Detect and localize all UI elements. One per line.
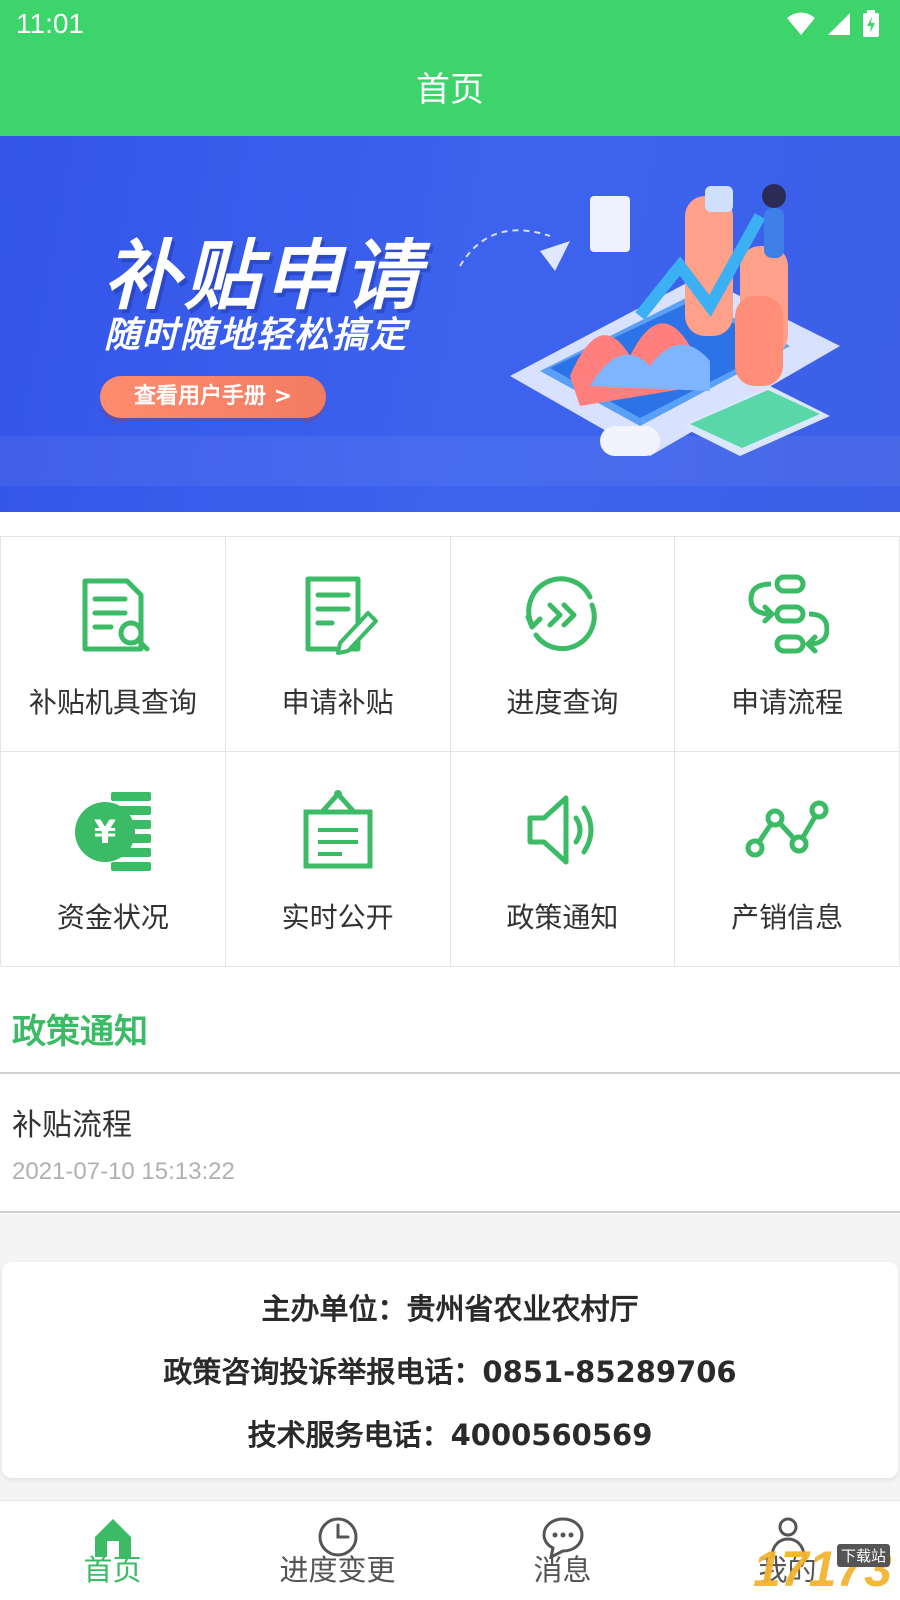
grid-item-realtime-public[interactable]: 实时公开 bbox=[225, 752, 451, 967]
grid-item-label: 进度查询 bbox=[506, 686, 619, 719]
progress-arrows-icon bbox=[525, 576, 597, 652]
document-search-icon bbox=[82, 578, 150, 652]
tab-label: 进度变更 bbox=[279, 1553, 396, 1587]
tab-label: 首页 bbox=[83, 1553, 142, 1587]
notice-board-icon bbox=[303, 790, 373, 869]
user-manual-button[interactable]: 查看用户手册 > bbox=[100, 376, 326, 418]
tech-phone-text: 技术服务电话：4000560569 bbox=[247, 1418, 653, 1452]
tab-home[interactable]: 首页 bbox=[0, 1501, 225, 1600]
banner[interactable]: 补贴申请 随时随地轻松搞定 查看用户手册 > bbox=[0, 136, 900, 512]
page-title: 首页 bbox=[416, 70, 484, 110]
wifi-icon bbox=[787, 12, 815, 35]
grid-item-sales-info[interactable]: 产销信息 bbox=[675, 752, 900, 967]
policy-item-time: 2021-07-10 15:13:22 bbox=[12, 1158, 235, 1185]
tab-progress-change[interactable]: 进度变更 bbox=[225, 1501, 450, 1600]
grid-item-apply-subsidy[interactable]: 申请补贴 bbox=[225, 537, 451, 752]
function-grid: 补贴机具查询 申请补贴 进度查询 申请流程 ¥ 资金状况 实时公开 政策通知 产… bbox=[0, 536, 900, 967]
grid-item-label: 资金状况 bbox=[56, 901, 169, 934]
divider bbox=[0, 1072, 900, 1074]
grid-item-label: 产销信息 bbox=[731, 901, 844, 934]
grid-item-label: 申请补贴 bbox=[281, 686, 394, 719]
svg-text:¥: ¥ bbox=[94, 813, 116, 851]
speaker-icon bbox=[527, 795, 594, 865]
footer-info-card: 主办单位：贵州省农业农村厅 政策咨询投诉举报电话：0851-85289706 技… bbox=[2, 1262, 898, 1478]
policy-item-title[interactable]: 补贴流程 bbox=[12, 1100, 132, 1144]
battery-icon bbox=[863, 10, 879, 37]
watermark-badge: 下载站 bbox=[836, 1544, 890, 1567]
yuan-coin-icon: ¥ bbox=[74, 792, 151, 871]
grid-item-apply-process[interactable]: 申请流程 bbox=[675, 537, 900, 752]
status-bar: 11:01 bbox=[0, 0, 900, 50]
status-time: 11:01 bbox=[16, 8, 84, 39]
app-header: 首页 bbox=[0, 50, 900, 136]
grid-item-label: 政策通知 bbox=[506, 901, 619, 934]
grid-item-policy-notice[interactable]: 政策通知 bbox=[450, 752, 676, 967]
divider bbox=[0, 1211, 900, 1213]
signal-icon bbox=[828, 13, 850, 35]
grid-item-progress-query[interactable]: 进度查询 bbox=[450, 537, 676, 752]
grid-item-fund-status[interactable]: ¥ 资金状况 bbox=[1, 752, 226, 967]
line-trend-icon bbox=[745, 800, 829, 858]
grid-item-label: 实时公开 bbox=[281, 901, 394, 934]
tab-messages[interactable]: 消息 bbox=[450, 1501, 675, 1600]
banner-subtitle: 随时随地轻松搞定 bbox=[104, 315, 409, 356]
grid-item-label: 补贴机具查询 bbox=[28, 686, 197, 719]
complaint-phone-text: 政策咨询投诉举报电话：0851-85289706 bbox=[163, 1355, 737, 1389]
grid-item-machine-query[interactable]: 补贴机具查询 bbox=[1, 537, 226, 752]
policy-section-title: 政策通知 bbox=[12, 1012, 148, 1052]
tab-label: 消息 bbox=[533, 1553, 592, 1587]
sponsor-text: 主办单位：贵州省农业农村厅 bbox=[261, 1292, 639, 1326]
process-flow-icon bbox=[748, 574, 830, 654]
grid-item-label: 申请流程 bbox=[731, 686, 844, 719]
document-edit-icon bbox=[305, 576, 378, 655]
status-icons bbox=[786, 10, 880, 38]
banner-illustration bbox=[459, 184, 840, 456]
